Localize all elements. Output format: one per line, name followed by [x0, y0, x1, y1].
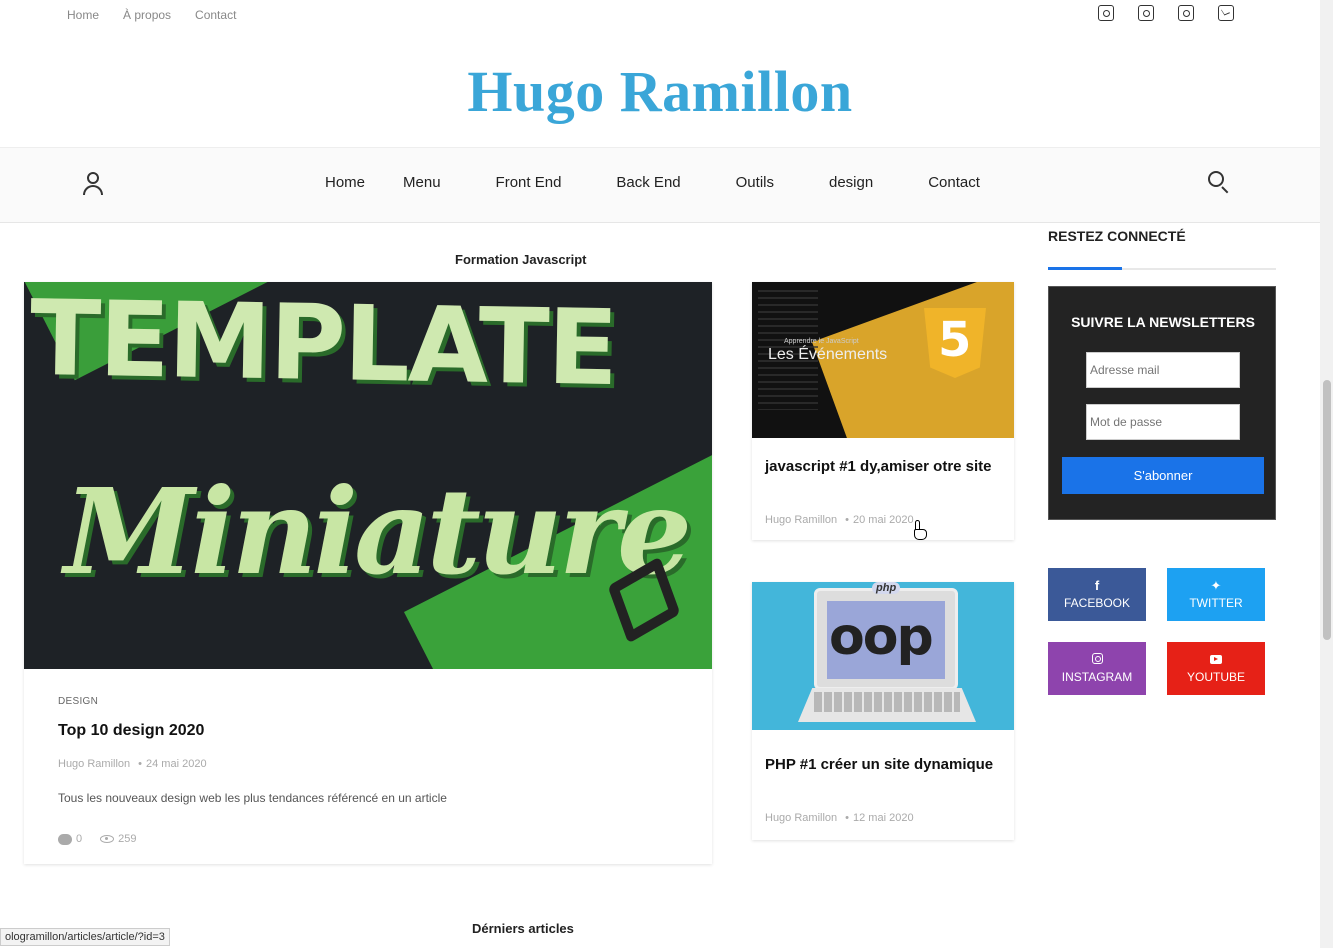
- article-date: 12 mai 2020: [837, 812, 913, 824]
- image-caption-small: Apprendre le JavaScript: [784, 338, 859, 345]
- article-card-meta: Hugo Ramillon12 mai 2020: [765, 812, 914, 824]
- article-card-title[interactable]: javascript #1 dy,amiser otre site: [765, 456, 1001, 477]
- article-card-meta: Hugo Ramillon20 mai 2020: [765, 514, 914, 526]
- article-excerpt: Tous les nouveaux design web les plus te…: [58, 791, 447, 805]
- twitter-button[interactable]: ✦ TWITTER: [1167, 568, 1265, 621]
- section-title: Formation Javascript: [455, 252, 587, 267]
- nav-item-menu[interactable]: Menu: [403, 174, 441, 191]
- top-links: Home À propos Contact: [67, 8, 236, 22]
- comment-icon: [58, 833, 72, 845]
- newsletter-widget: SUIVRE LA NEWSLETTERS S'abonner: [1048, 286, 1276, 520]
- article-date: 20 mai 2020: [837, 514, 913, 526]
- top-social-icons: [1098, 5, 1234, 21]
- facebook-button[interactable]: f FACEBOOK: [1048, 568, 1146, 621]
- article-meta: Hugo Ramillon24 mai 2020: [58, 758, 207, 770]
- top-link-home[interactable]: Home: [67, 8, 99, 22]
- instagram-icon: [1091, 653, 1103, 664]
- user-icon[interactable]: [82, 172, 104, 196]
- laptop-icon: oop: [814, 588, 958, 690]
- article-author[interactable]: Hugo Ramillon: [765, 514, 837, 526]
- nav-item-back-end[interactable]: Back End: [616, 174, 680, 191]
- latest-articles-title: Dérniers articles: [472, 921, 574, 936]
- nav-item-home[interactable]: Home: [325, 174, 365, 191]
- youtube-button[interactable]: YOUTUBE: [1167, 642, 1265, 695]
- featured-article-image[interactable]: TEMPLATE Miniature: [24, 282, 712, 669]
- scrollbar-thumb[interactable]: [1323, 380, 1331, 640]
- facebook-icon: f: [1094, 578, 1100, 593]
- article-author[interactable]: Hugo Ramillon: [765, 812, 837, 824]
- top-link-contact[interactable]: Contact: [195, 8, 236, 22]
- password-field[interactable]: [1086, 404, 1240, 440]
- image-text-miniature: Miniature: [64, 462, 692, 601]
- article-card-image[interactable]: oop php: [752, 582, 1014, 730]
- article-card-title[interactable]: PHP #1 créer un site dynamique: [765, 754, 1001, 775]
- email-field[interactable]: [1086, 352, 1240, 388]
- nav-item-design[interactable]: design: [829, 174, 873, 191]
- image-caption: Les Événements: [768, 346, 888, 363]
- nav-menu: Home Menu Front End Back End Outils desi…: [325, 174, 980, 191]
- article-card[interactable]: oop php PHP #1 créer un site dynamique H…: [752, 582, 1014, 840]
- article-stats: 0 259: [58, 833, 136, 845]
- site-title[interactable]: Hugo Ramillon: [0, 58, 1320, 125]
- featured-article[interactable]: TEMPLATE Miniature DESIGN Top 10 design …: [24, 282, 712, 864]
- twitter-icon: ✦: [1210, 578, 1222, 593]
- instagram-icon[interactable]: [1098, 5, 1114, 21]
- top-bar: Home À propos Contact: [0, 0, 1320, 32]
- article-date: 24 mai 2020: [130, 758, 206, 770]
- views-count: 259: [100, 833, 136, 845]
- widget-divider: [1048, 267, 1276, 270]
- page-scrollbar[interactable]: [1320, 0, 1333, 948]
- widget-title: RESTEZ CONNECTÉ: [1048, 228, 1186, 244]
- hand-cursor-icon: [912, 520, 928, 542]
- image-text-template: TEMPLATE: [28, 282, 618, 410]
- search-icon[interactable]: [1208, 171, 1232, 195]
- mail-icon[interactable]: [1218, 5, 1234, 21]
- nav-item-contact[interactable]: Contact: [928, 174, 980, 191]
- newsletter-title: SUIVRE LA NEWSLETTERS: [1071, 314, 1255, 330]
- article-card-image[interactable]: Apprendre le JavaScript Les Événements 5: [752, 282, 1014, 438]
- status-bar-url: ologramillon/articles/article/?id=3: [0, 928, 170, 946]
- article-title[interactable]: Top 10 design 2020: [58, 722, 204, 740]
- comments-count: 0: [58, 833, 82, 845]
- article-category[interactable]: DESIGN: [58, 696, 98, 707]
- youtube-icon: [1210, 655, 1222, 664]
- subscribe-button[interactable]: S'abonner: [1062, 457, 1264, 494]
- eye-icon: [100, 835, 115, 844]
- nav-item-front-end[interactable]: Front End: [496, 174, 562, 191]
- html5-shield-icon: 5: [924, 308, 986, 378]
- article-card[interactable]: Apprendre le JavaScript Les Événements 5…: [752, 282, 1014, 540]
- article-author[interactable]: Hugo Ramillon: [58, 758, 130, 770]
- instagram-button[interactable]: INSTAGRAM: [1048, 642, 1146, 695]
- nav-item-outils[interactable]: Outils: [736, 174, 774, 191]
- top-link-about[interactable]: À propos: [123, 8, 171, 22]
- php-badge: php: [872, 582, 901, 594]
- main-navbar: Home Menu Front End Back End Outils desi…: [0, 147, 1320, 223]
- youtube-icon[interactable]: [1178, 5, 1194, 21]
- twitter-icon[interactable]: [1138, 5, 1154, 21]
